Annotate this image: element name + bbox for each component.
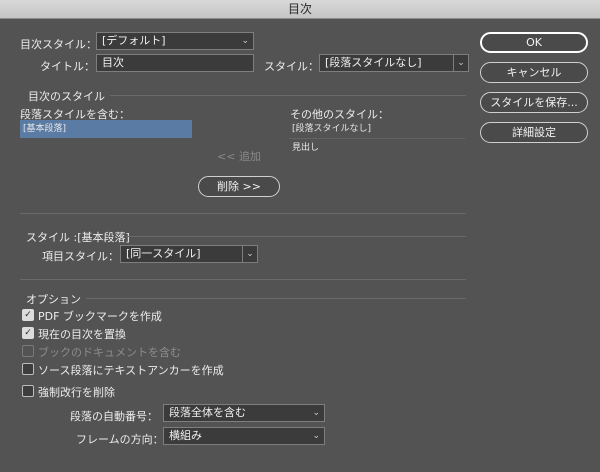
pdf-bookmarks-checkbox[interactable]: ✓ [22,309,34,321]
frame-direction-value: 横組み [169,429,202,442]
section-divider [20,279,466,280]
toc-style-dropdown[interactable]: [デフォルト] ⌄ [96,32,254,50]
chevron-down-icon: ⌄ [312,408,320,418]
frame-direction-label: フレームの方向： [76,433,164,446]
cancel-button[interactable]: キャンセル [480,62,588,83]
include-book-label: ブックのドキュメントを含む [38,346,181,359]
title-input-value: 目次 [102,56,124,69]
numbered-paragraphs-label: 段落の自動番号： [70,410,158,423]
add-button[interactable]: << 追加 [198,146,280,167]
numbered-paragraphs-value: 段落全体を含む [169,406,246,419]
title-label: タイトル： [40,60,95,73]
chevron-down-icon: ⌄ [312,431,320,441]
entry-style-dropdown[interactable]: [同一スタイル] ⌄ [120,245,258,263]
remove-breaks-checkbox[interactable] [22,385,34,397]
text-anchors-label: ソース段落にテキストアンカーを作成 [38,364,224,377]
list-item[interactable]: 見出し [289,138,465,156]
remove-breaks-label: 強制改行を削除 [38,386,115,399]
section-divider [110,95,466,96]
title-style-dropdown[interactable]: [段落スタイルなし] ⌄ [319,54,469,72]
title-input[interactable]: 目次 [96,54,254,72]
chevron-down-icon: ⌄ [242,246,257,262]
entry-style-value: [同一スタイル] [126,247,201,260]
pdf-bookmarks-label: PDF ブックマークを作成 [38,310,162,323]
list-item[interactable]: [段落スタイルなし] [289,120,465,138]
style-section-heading: スタイル :[基本段落] [26,231,130,244]
toc-styles-heading: 目次のスタイル [28,90,105,103]
include-book-checkbox[interactable] [22,345,34,357]
ok-button[interactable]: OK [480,32,588,53]
entry-style-label: 項目スタイル： [42,250,119,263]
chevron-down-icon: ⌄ [453,55,468,71]
replace-toc-label: 現在の目次を置換 [38,328,126,341]
window-titlebar: 目次 [0,0,600,19]
toc-style-label: 目次スタイル： [20,38,97,51]
numbered-paragraphs-dropdown[interactable]: 段落全体を含む ⌄ [163,404,325,422]
section-divider [126,236,466,237]
include-styles-list[interactable]: [基本段落] [20,120,192,142]
toc-style-value: [デフォルト] [102,34,166,47]
chevron-down-icon: ⌄ [241,36,249,46]
text-anchors-checkbox[interactable] [22,363,34,375]
other-styles-list[interactable]: [段落スタイルなし] 見出し [289,120,465,160]
title-style-value: [段落スタイルなし] [325,56,422,69]
title-style-label: スタイル： [264,60,319,73]
more-options-button[interactable]: 詳細設定 [480,122,588,143]
remove-button[interactable]: 削除 >> [198,176,280,197]
frame-direction-dropdown[interactable]: 横組み ⌄ [163,427,325,445]
section-divider [20,213,466,214]
window-title: 目次 [287,2,312,16]
options-heading: オプション [26,293,81,306]
section-divider [86,298,466,299]
replace-toc-checkbox[interactable]: ✓ [22,327,34,339]
save-style-button[interactable]: スタイルを保存... [480,92,588,113]
list-item[interactable]: [基本段落] [20,120,192,138]
